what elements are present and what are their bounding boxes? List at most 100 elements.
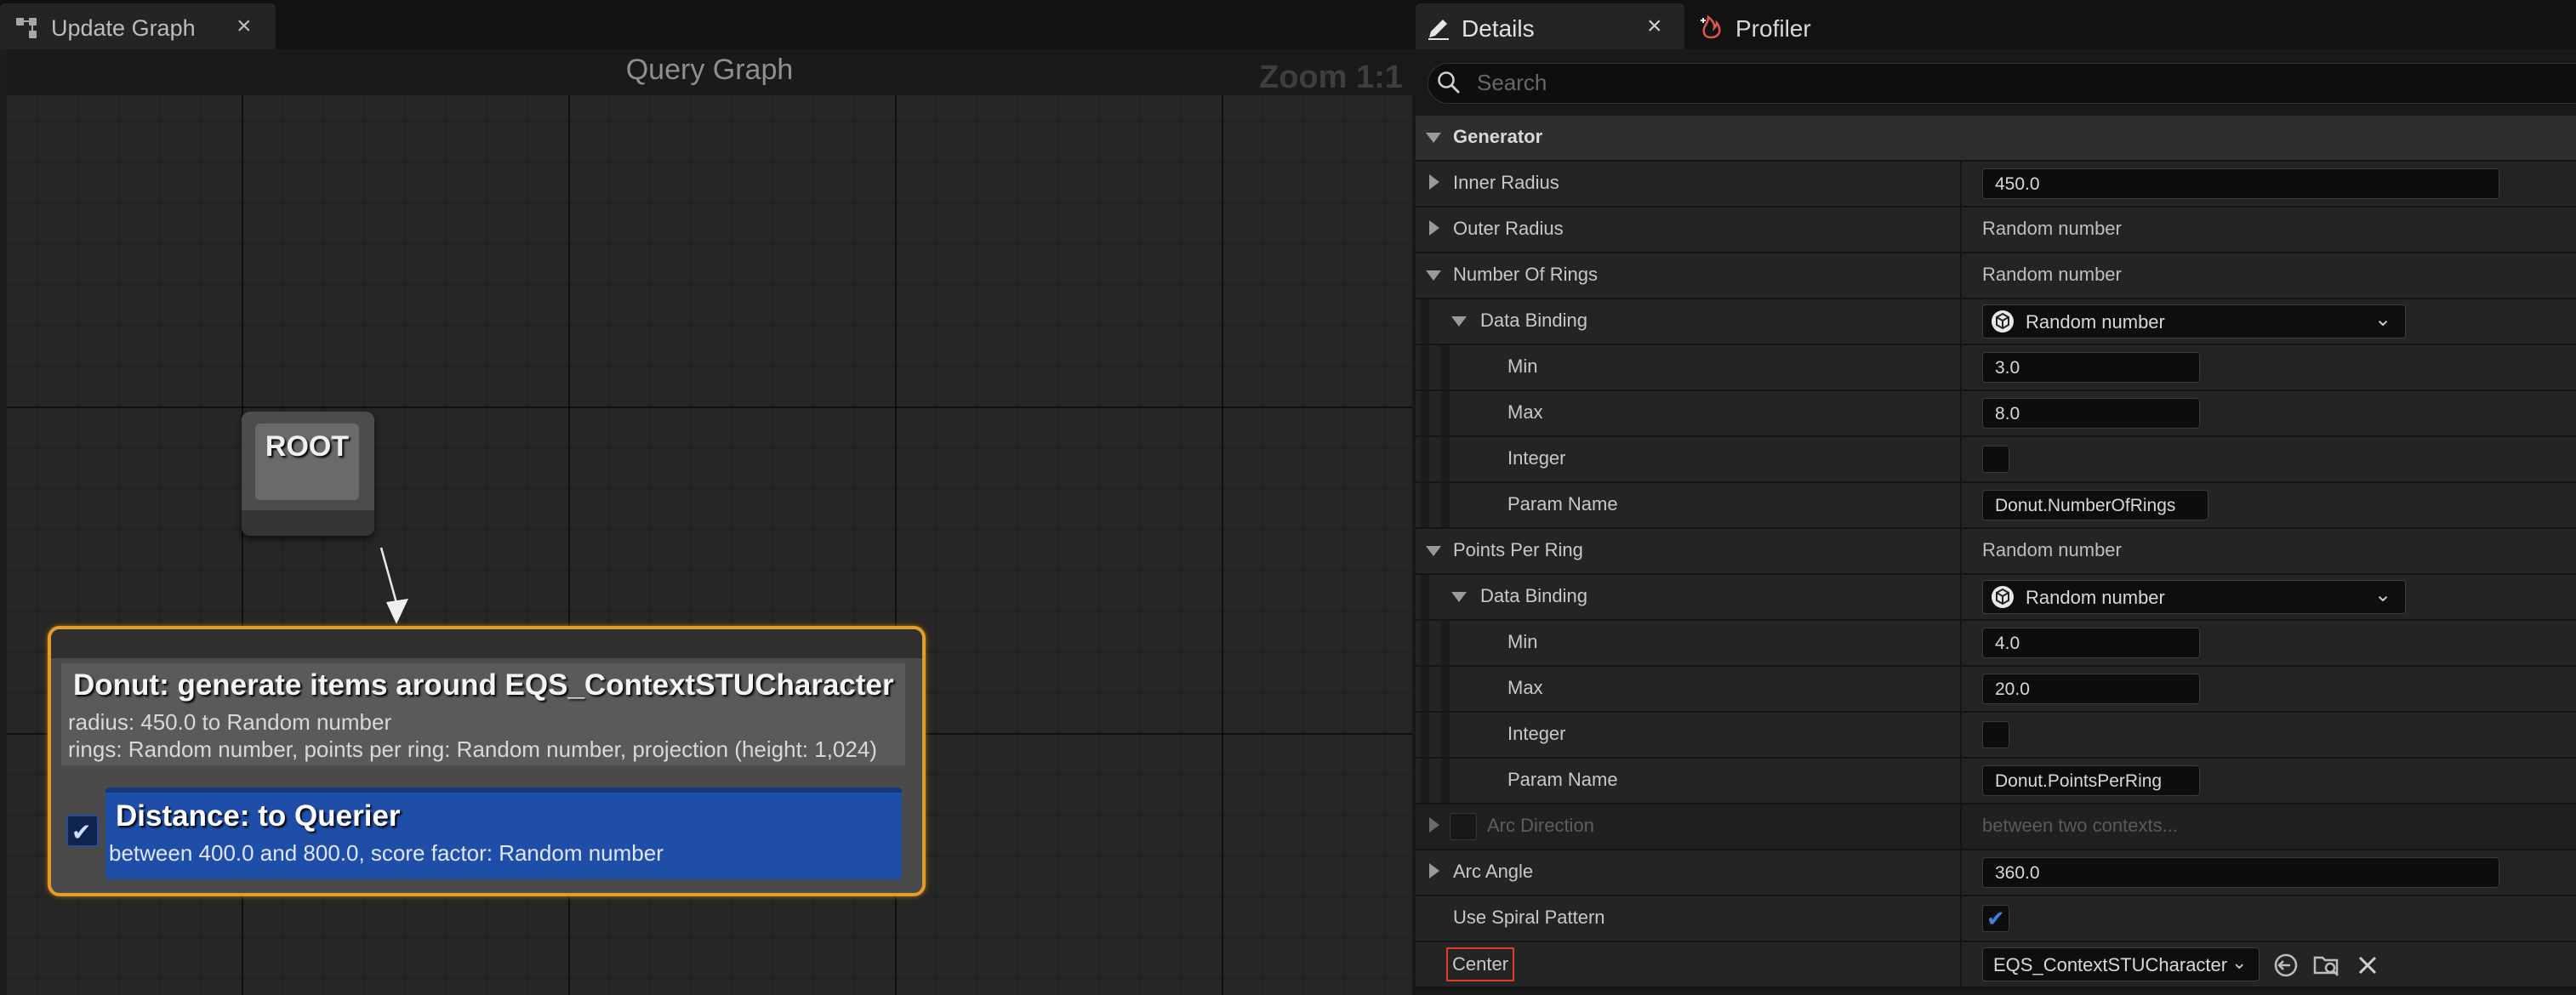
column-divider[interactable] <box>1960 667 1962 711</box>
tab-update-graph-label: Update Graph <box>51 15 196 41</box>
tab-details[interactable]: Details × <box>1416 3 1684 49</box>
collapse-arrow-icon[interactable] <box>1426 270 1441 281</box>
search-input[interactable] <box>1428 63 2576 104</box>
points-data-binding-dropdown[interactable]: Random number ⌄ <box>1982 580 2406 614</box>
expand-arrow-icon[interactable] <box>1429 817 1439 833</box>
root-output-pin[interactable] <box>242 510 374 536</box>
root-node-label: ROOT <box>265 430 350 463</box>
graph-title: Query Graph <box>625 54 794 86</box>
arc-angle-field[interactable]: 360.0 <box>1982 857 2499 888</box>
points-max-value: 20.0 <box>1995 679 2030 699</box>
clear-icon[interactable] <box>2353 951 2382 980</box>
search-icon <box>1438 71 1460 94</box>
points-data-binding-value: Random number <box>2026 587 2165 608</box>
column-divider[interactable] <box>1960 483 1962 527</box>
points-per-ring-value: Random number <box>1982 539 2122 560</box>
arc-direction-checkbox[interactable] <box>1450 813 1477 840</box>
column-divider[interactable] <box>1960 345 1962 389</box>
indent-guide <box>1421 345 1429 389</box>
property-points-per-ring: Points Per Ring Random number <box>1416 529 2576 575</box>
column-divider[interactable] <box>1960 621 1962 665</box>
inner-radius-field[interactable]: 450.0 <box>1982 168 2499 199</box>
property-rings-min: Min 3.0 <box>1416 345 2576 391</box>
chevron-down-icon: ⌄ <box>2374 308 2392 331</box>
points-param-name-field[interactable]: Donut.PointsPerRing <box>1982 765 2200 796</box>
rings-max-label: Max <box>1507 401 1543 423</box>
indent-guide <box>1441 437 1450 481</box>
use-selected-asset-icon[interactable] <box>2271 951 2300 980</box>
expand-arrow-icon[interactable] <box>1429 174 1439 190</box>
property-points-integer: Integer <box>1416 713 2576 759</box>
rings-data-binding-label: Data Binding <box>1480 310 1587 331</box>
column-divider[interactable] <box>1960 299 1962 344</box>
column-divider[interactable] <box>1960 759 1962 803</box>
rings-min-value: 3.0 <box>1995 358 2020 378</box>
collapse-arrow-icon[interactable] <box>1426 133 1441 143</box>
close-icon[interactable]: × <box>1647 12 1662 41</box>
rings-param-name-field[interactable]: Donut.NumberOfRings <box>1982 490 2208 520</box>
property-center: Center EQS_ContextSTUCharacter ⌄ <box>1416 942 2576 988</box>
tab-details-label: Details <box>1462 15 1535 42</box>
rings-integer-checkbox[interactable] <box>1982 446 2009 473</box>
expand-arrow-icon[interactable] <box>1429 863 1439 878</box>
center-context-dropdown[interactable]: EQS_ContextSTUCharacter ⌄ <box>1982 947 2260 981</box>
tab-profiler[interactable]: Profiler <box>1693 3 1897 49</box>
zoom-level: Zoom 1:1 <box>1259 60 1403 95</box>
rings-data-binding-value: Random number <box>2026 311 2165 333</box>
column-divider[interactable] <box>1960 575 1962 619</box>
rings-param-name-value: Donut.NumberOfRings <box>1995 496 2176 515</box>
column-divider[interactable] <box>1960 391 1962 435</box>
tab-profiler-label: Profiler <box>1735 15 1811 42</box>
indent-guide <box>1421 391 1429 435</box>
outer-radius-value: Random number <box>1982 218 2122 239</box>
points-max-field[interactable]: 20.0 <box>1982 674 2200 704</box>
indent-guide <box>1441 759 1450 803</box>
indent-guide <box>1441 713 1450 757</box>
indent-guide <box>1421 759 1429 803</box>
column-divider[interactable] <box>1960 437 1962 481</box>
column-divider[interactable] <box>1960 942 1962 986</box>
rings-max-field[interactable]: 8.0 <box>1982 398 2200 429</box>
property-points-min: Min 4.0 <box>1416 621 2576 667</box>
column-divider[interactable] <box>1960 208 1962 252</box>
column-divider[interactable] <box>1960 713 1962 757</box>
search-placeholder: Search <box>1477 70 1547 95</box>
indent-guide <box>1421 713 1429 757</box>
generator-node-radius-text: radius: 450.0 to Random number <box>68 709 392 735</box>
column-divider[interactable] <box>1960 529 1962 573</box>
column-divider[interactable] <box>1960 162 1962 206</box>
column-divider[interactable] <box>1960 896 1962 941</box>
generator-input-pin[interactable] <box>51 629 922 658</box>
collapse-arrow-icon[interactable] <box>1451 592 1467 602</box>
number-of-rings-value: Random number <box>1982 264 2122 285</box>
expand-arrow-icon[interactable] <box>1429 220 1439 236</box>
tab-update-graph[interactable]: Update Graph × <box>0 3 276 49</box>
points-integer-checkbox[interactable] <box>1982 721 2009 748</box>
column-divider[interactable] <box>1960 850 1962 895</box>
property-points-data-binding: Data Binding Random number ⌄ <box>1416 575 2576 621</box>
points-data-binding-label: Data Binding <box>1480 585 1587 606</box>
indent-guide <box>1421 483 1429 527</box>
indent-guide <box>1421 667 1429 711</box>
browse-asset-icon[interactable] <box>2312 951 2341 980</box>
rings-data-binding-dropdown[interactable]: Random number ⌄ <box>1982 304 2406 338</box>
category-generator[interactable]: Generator <box>1416 116 2576 162</box>
close-icon[interactable]: × <box>237 12 252 41</box>
number-of-rings-label: Number Of Rings <box>1453 264 1598 285</box>
test-enabled-checkbox[interactable]: ✔ <box>66 815 99 847</box>
points-min-field[interactable]: 4.0 <box>1982 628 2200 658</box>
generator-node-title: Donut: generate items around EQS_Context… <box>73 668 894 702</box>
collapse-arrow-icon[interactable] <box>1426 546 1441 556</box>
column-divider[interactable] <box>1960 805 1962 849</box>
chevron-down-icon: ⌄ <box>2231 952 2248 973</box>
collapse-arrow-icon[interactable] <box>1451 316 1467 327</box>
points-per-ring-label: Points Per Ring <box>1453 539 1583 560</box>
generator-node-rings-text: rings: Random number, points per ring: R… <box>68 736 877 762</box>
points-param-name-label: Param Name <box>1507 769 1618 790</box>
rings-min-field[interactable]: 3.0 <box>1982 352 2200 383</box>
use-spiral-pattern-checkbox[interactable]: ✔ <box>1982 905 2009 932</box>
chevron-down-icon: ⌄ <box>2374 583 2392 606</box>
column-divider[interactable] <box>1960 253 1962 298</box>
property-points-max: Max 20.0 <box>1416 667 2576 713</box>
inner-radius-label: Inner Radius <box>1453 172 1559 193</box>
